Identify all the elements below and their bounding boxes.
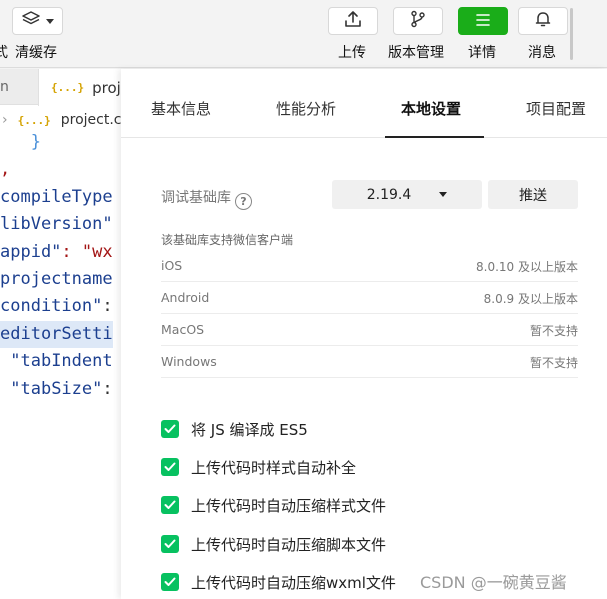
tab-basic-info[interactable]: 基本信息 <box>151 98 211 119</box>
option-minify-style[interactable]: 上传代码时自动压缩样式文件 <box>161 494 386 516</box>
watermark: CSDN @一碗黄豆酱 <box>420 573 567 592</box>
platform-row-windows: Windows 暂不支持 <box>161 346 578 378</box>
code-line[interactable]: "tabIndent <box>0 348 113 375</box>
editor-tab-prev[interactable]: n <box>0 79 9 95</box>
platform-name: Android <box>161 290 210 305</box>
debug-lib-label: 调试基础库? <box>161 187 252 210</box>
option-minify-script[interactable]: 上传代码时自动压缩脚本文件 <box>161 533 386 555</box>
code-line[interactable]: } <box>0 129 113 156</box>
code-line[interactable]: editorSetti <box>0 320 113 349</box>
active-tab-indicator <box>385 136 484 138</box>
editor-tab-strip: n {...} project.c <box>0 69 121 106</box>
branch-icon <box>409 10 427 32</box>
code-line[interactable]: "tabSize": <box>0 376 112 403</box>
details-panel: 基本信息 性能分析 本地设置 项目配置 调试基础库? 2.19.4 推送 该基础… <box>121 69 607 599</box>
details-tabs: 基本信息 性能分析 本地设置 项目配置 <box>121 69 607 138</box>
checkbox-checked-icon[interactable] <box>161 458 179 476</box>
option-label: 将 JS 编译成 ES5 <box>191 420 308 439</box>
upload-button[interactable] <box>328 7 378 35</box>
push-button[interactable]: 推送 <box>488 180 578 209</box>
json-file-icon: {...} <box>17 113 51 127</box>
help-icon[interactable]: ? <box>235 193 252 210</box>
platform-version: 8.0.10 及以上版本 <box>476 260 578 274</box>
platform-version: 8.0.9 及以上版本 <box>483 292 578 306</box>
messages-label: 消息 <box>528 45 556 61</box>
checkbox-checked-icon[interactable] <box>161 420 179 438</box>
menu-icon <box>475 12 491 31</box>
platform-name: iOS <box>161 258 183 273</box>
mode-label-partial: 式 <box>0 45 8 61</box>
code-line[interactable]: libVersion" <box>0 211 113 238</box>
layers-icon <box>21 11 40 31</box>
code-line[interactable]: compileType <box>0 184 113 211</box>
top-toolbar: 式 清缓存 上传 版本管理 详情 消息 <box>0 0 607 68</box>
version-management-button[interactable] <box>393 7 443 35</box>
platform-row-macos: MacOS 暂不支持 <box>161 314 578 346</box>
code-line[interactable]: , <box>0 156 113 183</box>
option-label: 上传代码时自动压缩样式文件 <box>191 496 387 515</box>
json-file-icon: {...} <box>51 81 85 94</box>
platform-name: Windows <box>161 354 217 369</box>
upload-icon <box>344 10 362 32</box>
caret-down-icon <box>439 192 448 197</box>
chevron-right-icon: › <box>2 112 8 128</box>
platform-name: MacOS <box>161 322 205 337</box>
editor-tab-project-config[interactable]: {...} project.c <box>38 69 121 106</box>
platform-version: 暂不支持 <box>529 324 578 338</box>
debug-lib-select[interactable]: 2.19.4 <box>332 180 482 209</box>
support-note: 该基础库支持微信客户端 <box>161 233 294 247</box>
code-line[interactable]: appid": "wx <box>0 239 113 266</box>
option-minify-wxml[interactable]: 上传代码时自动压缩wxml文件 <box>161 571 396 593</box>
details-label: 详情 <box>468 45 496 61</box>
code-lines[interactable]: }, compileType libVersion" appid": "wx proje… <box>0 129 113 403</box>
tab-local-settings[interactable]: 本地设置 <box>401 98 461 119</box>
editor-tab-label: project.c <box>92 78 121 97</box>
option-compile-es5[interactable]: 将 JS 编译成 ES5 <box>161 418 308 440</box>
tab-project-config[interactable]: 项目配置 <box>526 98 586 119</box>
option-label: 上传代码时样式自动补全 <box>191 458 357 477</box>
platform-version: 暂不支持 <box>529 356 578 370</box>
messages-button[interactable] <box>518 7 568 35</box>
option-style-autoprefix[interactable]: 上传代码时样式自动补全 <box>161 456 356 478</box>
clear-cache-button[interactable]: 清缓存 <box>15 42 57 62</box>
code-editor: n {...} project.c › {...} project.c },co… <box>0 69 121 599</box>
layers-dropdown-button[interactable] <box>12 7 63 35</box>
details-button[interactable] <box>458 7 508 35</box>
checkbox-checked-icon[interactable] <box>161 535 179 553</box>
debug-lib-version: 2.19.4 <box>366 186 412 203</box>
tab-performance[interactable]: 性能分析 <box>276 98 336 119</box>
bell-icon <box>534 10 552 32</box>
checkbox-checked-icon[interactable] <box>161 496 179 514</box>
version-management-label: 版本管理 <box>388 45 444 61</box>
upload-label: 上传 <box>338 45 366 61</box>
option-label: 上传代码时自动压缩wxml文件 <box>191 573 396 592</box>
chevron-down-icon <box>45 18 54 24</box>
toolbar-scrollbar[interactable] <box>570 8 573 60</box>
platform-row-android: Android 8.0.9 及以上版本 <box>161 282 578 314</box>
code-line[interactable]: projectname <box>0 266 113 293</box>
code-line[interactable]: condition": <box>0 293 113 320</box>
breadcrumb-file[interactable]: project.c <box>61 112 121 128</box>
option-label: 上传代码时自动压缩脚本文件 <box>191 535 387 554</box>
checkbox-checked-icon[interactable] <box>161 573 179 591</box>
platform-row-ios: iOS 8.0.10 及以上版本 <box>161 250 578 282</box>
